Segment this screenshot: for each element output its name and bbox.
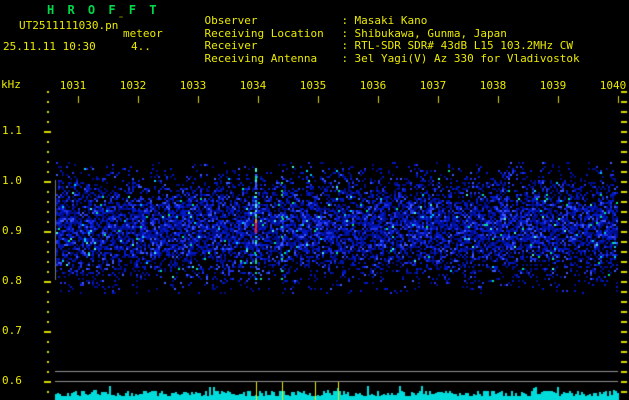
meta-value: 3el Yagi(V) Az 330 for Vladivostok	[355, 52, 580, 65]
y-tick-label: 0.8	[2, 275, 28, 287]
datetime-label: 25.11.11 10:30	[3, 41, 96, 53]
x-tick-label: 1040	[593, 80, 629, 92]
y-tick-label: 0.9	[2, 225, 28, 237]
output-filename: UT2511111030.pn	[19, 20, 118, 32]
y-axis-unit-label: kHz	[1, 79, 21, 91]
x-tick-label: 1032	[113, 80, 153, 92]
app-title: H R O F F T	[47, 4, 159, 16]
colon: :	[342, 53, 355, 65]
hrofft-window: H R O F F T UT2511111030.pn ¨ meteor 25.…	[0, 0, 629, 400]
meta-row-antenna: Receiving Antenna:3el Yagi(V) Az 330 for…	[178, 41, 580, 53]
y-tick-label: 1.0	[2, 175, 28, 187]
meta-row-observer: Observer:Masaki Kano	[178, 3, 427, 15]
meta-row-location: Receiving Location:Shibukawa, Gunma, Jap…	[178, 16, 507, 28]
meta-label: Receiving Antenna	[205, 53, 342, 65]
y-tick-label: 1.1	[2, 125, 28, 137]
x-tick-label: 1036	[353, 80, 393, 92]
y-tick-label: 0.6	[2, 375, 28, 387]
meta-row-receiver: Receiver:RTL-SDR SDR# 43dB L15 103.2MHz …	[178, 28, 573, 40]
x-tick-label: 1037	[413, 80, 453, 92]
x-tick-label: 1034	[233, 80, 273, 92]
x-tick-label: 1033	[173, 80, 213, 92]
x-tick-label: 1035	[293, 80, 333, 92]
echo-count: 4..	[131, 41, 151, 53]
y-tick-label: 0.7	[2, 325, 28, 337]
x-tick-label: 1031	[53, 80, 93, 92]
x-tick-label: 1039	[533, 80, 573, 92]
x-tick-label: 1038	[473, 80, 513, 92]
station-label: meteor	[123, 28, 163, 40]
